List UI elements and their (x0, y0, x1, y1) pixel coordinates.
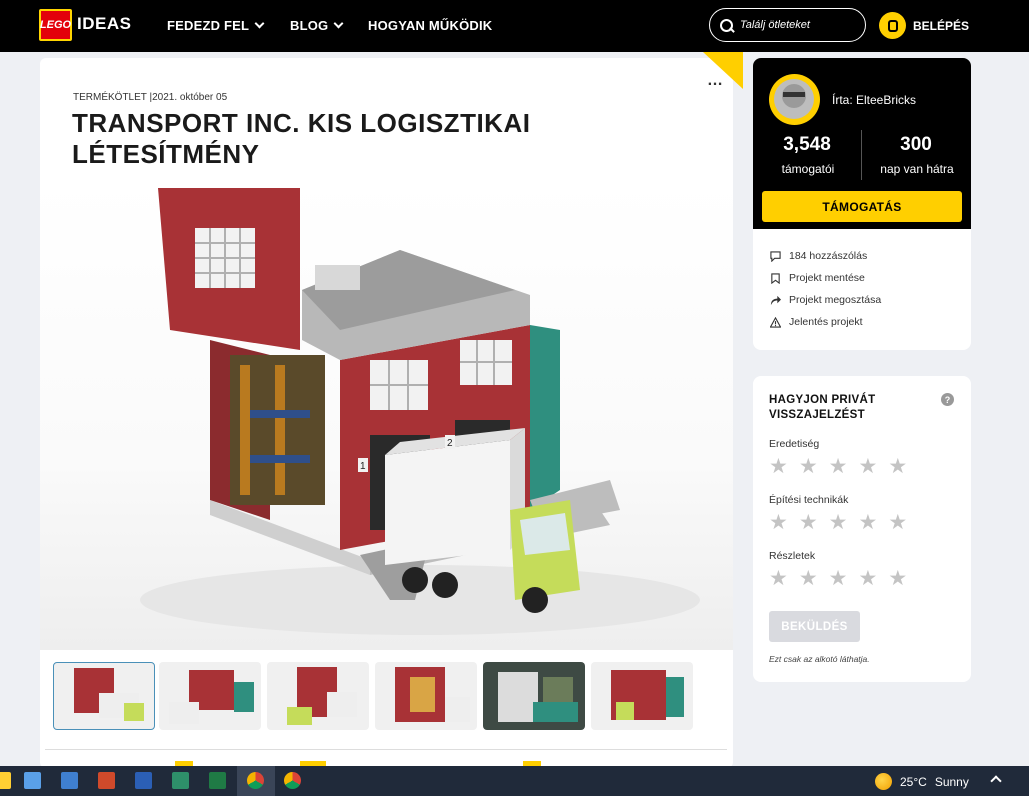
nav-item-blog[interactable]: BLOG (290, 18, 344, 33)
lego-building-illustration: 1 2 (140, 188, 700, 635)
chrome-profile-icon[interactable] (284, 772, 301, 789)
nav-item-explore[interactable]: FEDEZD FEL (167, 18, 265, 33)
action-label: Projekt mentése (789, 272, 865, 284)
thumbnail-image[interactable] (159, 662, 261, 730)
nav-item-how-it-works[interactable]: HOGYAN MŰKÖDIK (368, 18, 492, 33)
nav-item-label: BLOG (290, 18, 329, 33)
start-icon[interactable] (24, 772, 41, 789)
chevron-down-icon (254, 18, 265, 29)
thumbnail-image[interactable] (267, 662, 369, 730)
user-icon (879, 12, 906, 39)
project-meta: TERMÉKÖTLET |2021. október 05 (73, 92, 228, 103)
feedback-note: Ezt csak az alkotó láthatja. (769, 654, 870, 664)
star-icon[interactable]: ★ (799, 456, 818, 477)
excel-icon[interactable] (209, 772, 226, 789)
nav-item-label: FEDEZD FEL (167, 18, 250, 33)
support-button[interactable]: TÁMOGATÁS (762, 191, 962, 222)
save-project-link[interactable]: Projekt mentése (770, 272, 865, 284)
star-icon[interactable]: ★ (769, 568, 788, 589)
star-icon[interactable]: ★ (829, 456, 848, 477)
star-icon[interactable]: ★ (769, 512, 788, 533)
help-icon[interactable]: ? (941, 393, 954, 406)
dock-label-1: 1 (360, 461, 366, 472)
star-icon[interactable]: ★ (888, 512, 907, 533)
days-count: 300 (900, 134, 932, 155)
action-label: Jelentés projekt (789, 316, 863, 328)
star-icon[interactable]: ★ (769, 456, 788, 477)
thumbnail-strip (52, 662, 732, 732)
dock-label-2: 2 (447, 438, 453, 449)
nav-item-label: HOGYAN MŰKÖDIK (368, 18, 493, 33)
thumbnail-image[interactable] (53, 662, 155, 730)
search-icon[interactable] (720, 18, 733, 32)
share-icon (770, 295, 781, 305)
thumbnail-image[interactable] (591, 662, 693, 730)
rating-stars-originality: ★ ★ ★ ★ ★ (769, 456, 907, 477)
days-label: nap van hátra (880, 162, 954, 176)
rating-stars-details: ★ ★ ★ ★ ★ (769, 568, 907, 589)
criteria-label: Részletek (769, 550, 816, 562)
author-card: Írta: ElteeBricks 3,548 támogatói 300 na… (753, 58, 971, 350)
chrome-icon[interactable] (247, 772, 264, 789)
ideas-logo-text[interactable]: IDEAS (77, 14, 131, 34)
author-name[interactable]: Írta: ElteeBricks (832, 93, 916, 107)
star-icon[interactable]: ★ (888, 568, 907, 589)
thumbnail-image[interactable] (483, 662, 585, 730)
feedback-title: HAGYJON PRIVÁT VISSZAJELZÉST (769, 394, 876, 421)
report-project-link[interactable]: Jelentés projekt (770, 316, 863, 328)
login-label: BELÉPÉS (913, 18, 970, 33)
feedback-card: HAGYJON PRIVÁT VISSZAJELZÉST ? Eredetisé… (753, 376, 971, 682)
star-icon[interactable]: ★ (858, 568, 877, 589)
avatar[interactable] (769, 74, 820, 125)
comments-link[interactable]: 184 hozzászólás (770, 250, 867, 262)
publisher-icon[interactable] (172, 772, 189, 789)
thumbnail-image[interactable] (375, 662, 477, 730)
criteria-label: Építési technikák (769, 494, 849, 506)
file-explorer-icon[interactable] (0, 772, 11, 789)
mail-icon[interactable] (61, 772, 78, 789)
sun-icon (875, 773, 892, 790)
chevron-down-icon (333, 18, 344, 29)
star-icon[interactable]: ★ (799, 512, 818, 533)
action-label: Projekt megosztása (789, 294, 882, 306)
star-icon[interactable]: ★ (858, 512, 877, 533)
temperature: 25°C (900, 774, 927, 789)
criteria-label: Eredetiség (769, 438, 820, 450)
top-navigation: LEGO IDEAS FEDEZD FEL BLOG HOGYAN MŰKÖDI… (0, 0, 1029, 52)
word-icon[interactable] (135, 772, 152, 789)
action-label: 184 hozzászólás (789, 250, 868, 262)
star-icon[interactable]: ★ (799, 568, 818, 589)
author-header: Írta: ElteeBricks 3,548 támogatói 300 na… (753, 58, 971, 229)
share-project-link[interactable]: Projekt megosztása (770, 294, 881, 306)
project-title: TRANSPORT INC. KIS LOGISZTIKAI LÉTESÍTMÉ… (72, 108, 531, 169)
powerpoint-icon[interactable] (98, 772, 115, 789)
weather-condition: Sunny (934, 774, 969, 789)
star-icon[interactable]: ★ (829, 568, 848, 589)
project-hero-image[interactable]: 1 2 (40, 180, 733, 650)
star-icon[interactable]: ★ (888, 456, 907, 477)
warning-icon (770, 316, 781, 328)
login-button[interactable]: BELÉPÉS (879, 12, 969, 39)
weather-widget[interactable]: 25°C Sunny (875, 773, 969, 790)
section-divider (45, 749, 727, 750)
search-input[interactable] (740, 19, 850, 31)
supporters-label: támogatói (781, 162, 835, 176)
more-options-button[interactable]: … (707, 72, 724, 90)
lego-logo[interactable]: LEGO (39, 9, 72, 41)
star-icon[interactable]: ★ (858, 456, 877, 477)
rating-stars-building-techniques: ★ ★ ★ ★ ★ (769, 512, 907, 533)
submit-feedback-button[interactable]: BEKÜLDÉS (769, 611, 860, 642)
taskbar: 25°C Sunny (0, 766, 1029, 796)
supporters-count: 3,548 (783, 134, 831, 155)
search-box[interactable] (709, 8, 866, 42)
star-icon[interactable]: ★ (829, 512, 848, 533)
bookmark-icon (771, 272, 780, 284)
comment-icon (770, 250, 781, 262)
